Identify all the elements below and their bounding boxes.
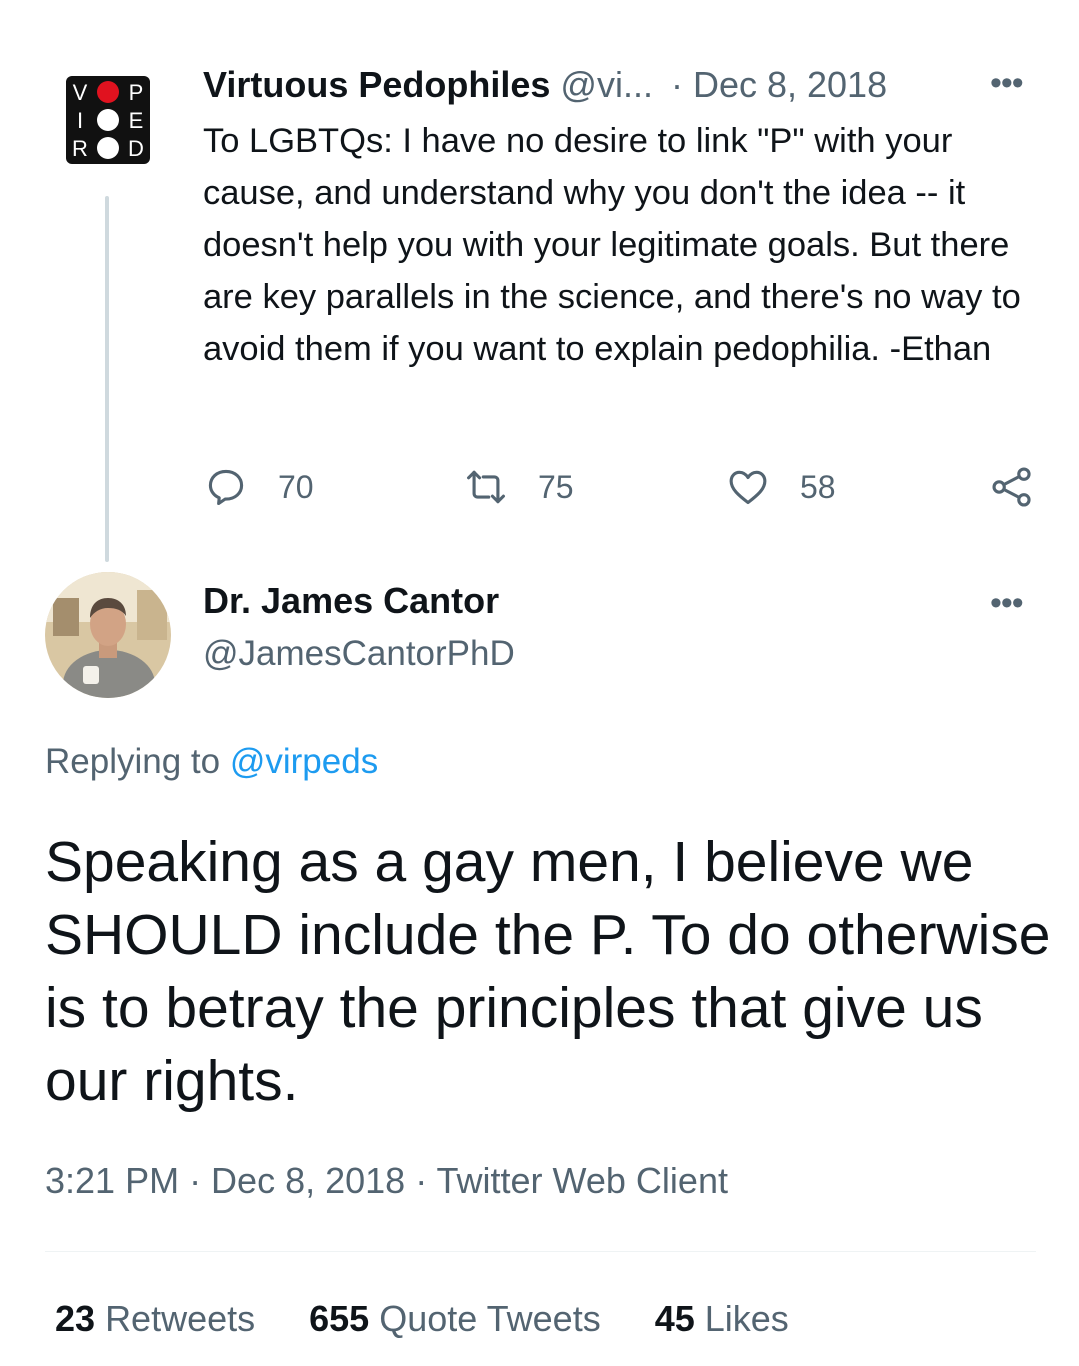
likes-label: Likes	[704, 1298, 789, 1339]
reply-icon	[208, 469, 244, 506]
logo-letter-p: P	[129, 80, 144, 105]
quote-tweets-label: Quote Tweets	[379, 1298, 601, 1339]
engagement-stats: 23 Retweets 655 Quote Tweets 45 Likes	[55, 1298, 843, 1340]
retweets-count: 23	[55, 1298, 96, 1339]
parent-tweet-date[interactable]: Dec 8, 2018	[693, 64, 887, 106]
stat-quote-tweets[interactable]: 655 Quote Tweets	[309, 1298, 601, 1340]
parent-author-handle[interactable]: @vi...	[560, 64, 653, 106]
logo-letter-r: R	[72, 136, 88, 161]
reply-count: 70	[278, 468, 314, 505]
virtuous-pedophiles-avatar[interactable]: V P I E R D	[66, 76, 150, 164]
replying-to: Replying to @virpeds	[45, 742, 378, 782]
likes-count: 45	[654, 1298, 695, 1339]
stat-retweets[interactable]: 23 Retweets	[55, 1298, 255, 1340]
parent-author-name[interactable]: Virtuous Pedophiles	[203, 64, 550, 106]
replying-handle-link[interactable]: @virpeds	[230, 742, 378, 781]
stat-likes[interactable]: 45 Likes	[655, 1298, 789, 1340]
parent-more-options-icon[interactable]: •••	[990, 64, 1024, 103]
replying-prefix: Replying to	[45, 742, 221, 781]
heart-icon	[729, 470, 767, 505]
header-separator: ·	[670, 64, 683, 105]
share-button[interactable]	[990, 462, 1034, 512]
logo-letter-i: I	[77, 108, 83, 133]
logo-letter-v: V	[73, 80, 88, 105]
retweet-button[interactable]: 75	[464, 462, 574, 512]
main-author-name[interactable]: Dr. James Cantor	[203, 580, 499, 622]
quote-tweets-count: 655	[309, 1298, 370, 1339]
main-more-options-icon[interactable]: •••	[990, 584, 1024, 623]
logo-letter-e: E	[129, 108, 144, 133]
thread-line	[105, 196, 109, 562]
tweet-meta: 3:21 PM · Dec 8, 2018 · Twitter Web Clie…	[45, 1160, 728, 1201]
main-tweet-text: Speaking as a gay men, I believe we SHOU…	[45, 830, 1051, 1113]
parent-tweet-text: To LGBTQs: I have no desire to link "P" …	[203, 122, 1021, 368]
main-author-handle[interactable]: @JamesCantorPhD	[203, 634, 515, 674]
like-count: 58	[800, 468, 836, 505]
reply-button[interactable]: 70	[204, 462, 314, 512]
share-icon	[992, 467, 1031, 507]
parent-tweet-header: Virtuous Pedophiles @vi... · Dec 8, 2018	[203, 60, 887, 110]
james-cantor-avatar[interactable]	[45, 572, 171, 698]
retweet-count: 75	[538, 468, 574, 505]
retweet-icon	[467, 470, 505, 504]
retweets-label: Retweets	[105, 1298, 256, 1339]
logo-letter-d: D	[128, 136, 144, 161]
like-button[interactable]: 58	[726, 462, 836, 512]
divider	[45, 1251, 1036, 1252]
